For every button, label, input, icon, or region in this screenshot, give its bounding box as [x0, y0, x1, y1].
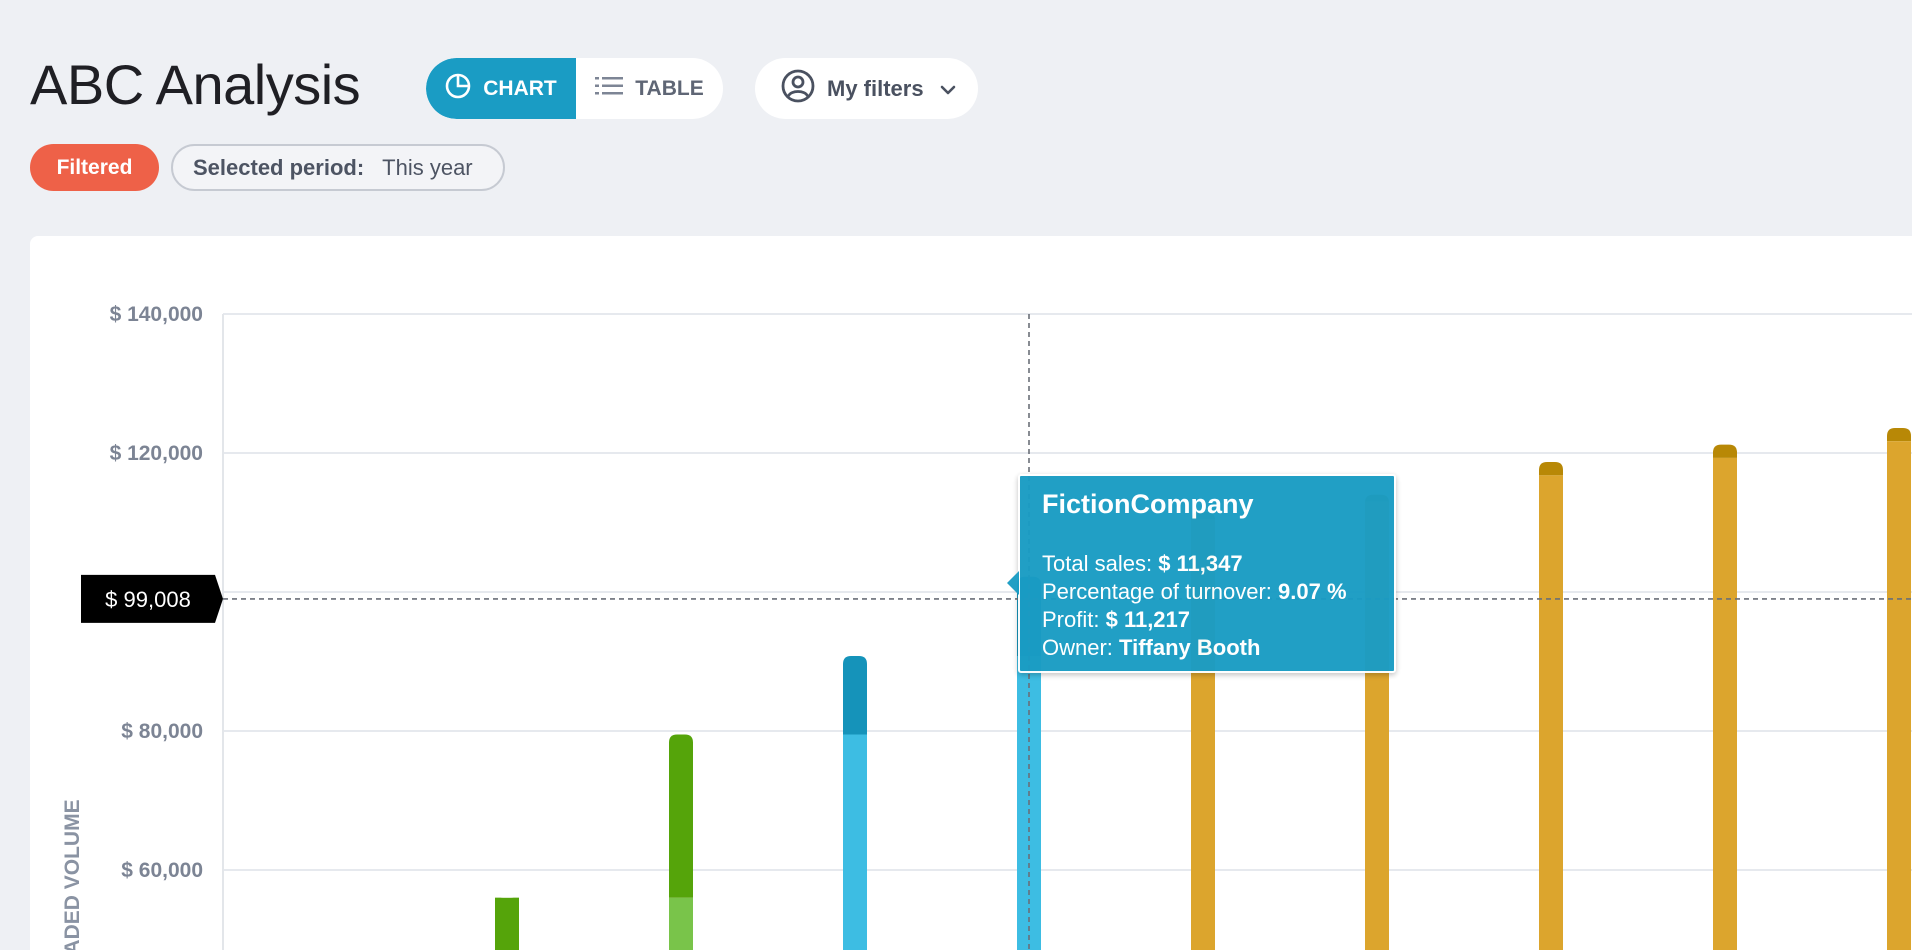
table-view-label: TABLE: [635, 76, 704, 100]
bar-segment-base: [669, 897, 693, 950]
tooltip-turnover-label: Percentage of turnover:: [1042, 579, 1272, 604]
chart-card: $ 140,000 $ 120,000 $ 80,000 $ 60,000 TRADE…: [30, 236, 1912, 950]
user-circle-icon: [781, 69, 815, 109]
y-tick-label: $ 120,000: [110, 442, 203, 465]
tooltip-total-sales: Total sales: $ 11,347: [1042, 550, 1372, 578]
y-tick-label: $ 60,000: [121, 859, 203, 882]
my-filters-dropdown[interactable]: My filters: [755, 58, 978, 119]
y-tick-label: $ 140,000: [110, 303, 203, 326]
tooltip-profit: Profit: $ 11,217: [1042, 606, 1372, 634]
tooltip-total-sales-value: $ 11,347: [1158, 551, 1243, 576]
selected-period-chip[interactable]: Selected period: This year: [171, 144, 505, 191]
tooltip-profit-label: Profit:: [1042, 607, 1100, 632]
bar-segment-base: [843, 734, 867, 950]
my-filters-label: My filters: [827, 75, 924, 101]
tooltip-profit-value: $ 11,217: [1105, 607, 1191, 632]
bar-segment-top: [1713, 444, 1737, 458]
view-toggle: CHART TABLE: [426, 58, 723, 119]
bar-segment-top: [843, 655, 867, 735]
tooltip-title: FictionCompany: [1042, 489, 1254, 519]
bar-tooltip: FictionCompany Total sales: $ 11,347 Per…: [1007, 474, 1396, 673]
abc-chart: $ 140,000 $ 120,000 $ 80,000 $ 60,000 TRADE…: [61, 303, 1912, 950]
list-icon: [595, 76, 624, 102]
bar-segment-top: [1539, 462, 1563, 476]
bar-1[interactable]: [495, 897, 519, 950]
selected-period-value: This year: [382, 154, 473, 180]
page-title: ABC Analysis: [30, 53, 361, 116]
bar-segment-top: [1887, 427, 1911, 442]
y-axis-title: TRADED VOLUME: [61, 799, 84, 950]
chart-view-label: CHART: [483, 76, 557, 100]
tooltip-owner: Owner: Tiffany Booth: [1042, 634, 1372, 662]
y-tick-label: $ 80,000: [121, 720, 203, 743]
tooltip-turnover: Percentage of turnover: 9.07 %: [1042, 578, 1372, 606]
pie-chart-icon: [445, 73, 471, 105]
tooltip-turnover-value: 9.07 %: [1278, 579, 1347, 604]
bar-segment-base: [495, 897, 519, 950]
bar-segment-base: [1713, 457, 1737, 950]
bar-3[interactable]: [843, 655, 867, 950]
bar-2[interactable]: [669, 734, 693, 950]
table-view-button[interactable]: TABLE: [576, 58, 723, 119]
tooltip-owner-value: Tiffany Booth: [1119, 635, 1261, 660]
crosshair: $ 99,008: [81, 314, 1912, 950]
bar-7[interactable]: [1539, 462, 1563, 950]
bar-9[interactable]: [1887, 427, 1911, 950]
crosshair-value-tag: $ 99,008: [81, 574, 223, 623]
tooltip-owner-label: Owner:: [1042, 635, 1113, 660]
selected-period-label: Selected period:: [193, 154, 365, 180]
chart-view-button[interactable]: CHART: [426, 58, 576, 119]
tooltip-total-sales-label: Total sales:: [1042, 551, 1153, 576]
crosshair-value-label: $ 99,008: [105, 587, 191, 612]
bar-segment-base: [1539, 475, 1563, 950]
filtered-badge: Filtered: [30, 144, 159, 191]
chevron-down-icon: [940, 76, 956, 102]
bar-8[interactable]: [1713, 444, 1737, 950]
bar-segment-top: [669, 734, 693, 898]
bar-segment-base: [1887, 441, 1911, 950]
